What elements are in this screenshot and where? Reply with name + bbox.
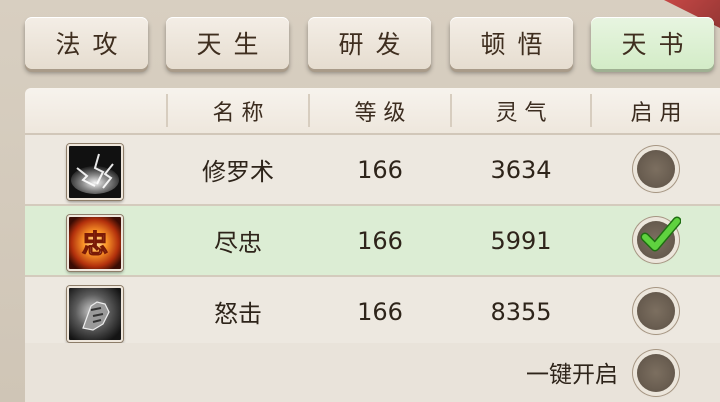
table-row[interactable]: 忠 尽忠 166 5991 bbox=[25, 206, 720, 277]
enable-toggle[interactable] bbox=[637, 150, 675, 188]
skill-level: 166 bbox=[357, 155, 403, 184]
enable-toggle[interactable] bbox=[637, 216, 681, 259]
skill-level: 166 bbox=[357, 226, 403, 255]
skill-level: 166 bbox=[357, 297, 403, 326]
enable-toggle[interactable] bbox=[637, 292, 675, 330]
tab-tiansheng[interactable]: 天生 bbox=[166, 17, 289, 69]
skill-name: 怒击 bbox=[214, 300, 262, 328]
table-row[interactable]: 怒击 166 8355 bbox=[25, 277, 720, 348]
fist-strike-skill-icon bbox=[67, 286, 123, 342]
skill-qi: 3634 bbox=[490, 155, 552, 184]
loyalty-zhong-skill-icon: 忠 bbox=[67, 215, 123, 271]
zhong-glyph: 忠 bbox=[82, 230, 108, 260]
tab-fagong[interactable]: 法攻 bbox=[25, 17, 148, 69]
checkmark-icon bbox=[640, 216, 681, 252]
header-icon-col bbox=[25, 88, 166, 133]
skill-name: 尽忠 bbox=[214, 229, 262, 257]
enable-all-label: 一键开启 bbox=[526, 362, 618, 388]
header-level: 等级 bbox=[354, 100, 413, 126]
skill-qi: 8355 bbox=[490, 297, 552, 326]
table-footer: 一键开启 bbox=[25, 343, 720, 402]
tab-bar: 法攻 天生 研发 顿悟 天书 bbox=[25, 17, 715, 73]
skill-name: 修罗术 bbox=[202, 158, 274, 186]
table-row[interactable]: 修罗术 166 3634 bbox=[25, 135, 720, 206]
skill-qi: 5991 bbox=[490, 226, 552, 255]
table-header: 名称 等级 灵气 启用 bbox=[25, 88, 720, 135]
header-name: 名称 bbox=[212, 100, 271, 126]
header-qi: 灵气 bbox=[495, 100, 554, 126]
tab-dunwu[interactable]: 顿悟 bbox=[450, 17, 573, 69]
skill-table-panel: 名称 等级 灵气 启用 修罗术 166 3634 忠 尽忠 166 5991 怒… bbox=[25, 88, 720, 402]
header-enable: 启用 bbox=[630, 100, 689, 126]
tab-yanfa[interactable]: 研发 bbox=[308, 17, 431, 69]
lightning-skill-icon bbox=[67, 144, 123, 200]
tab-tianshu[interactable]: 天书 bbox=[591, 17, 714, 69]
enable-all-toggle[interactable] bbox=[637, 354, 675, 392]
